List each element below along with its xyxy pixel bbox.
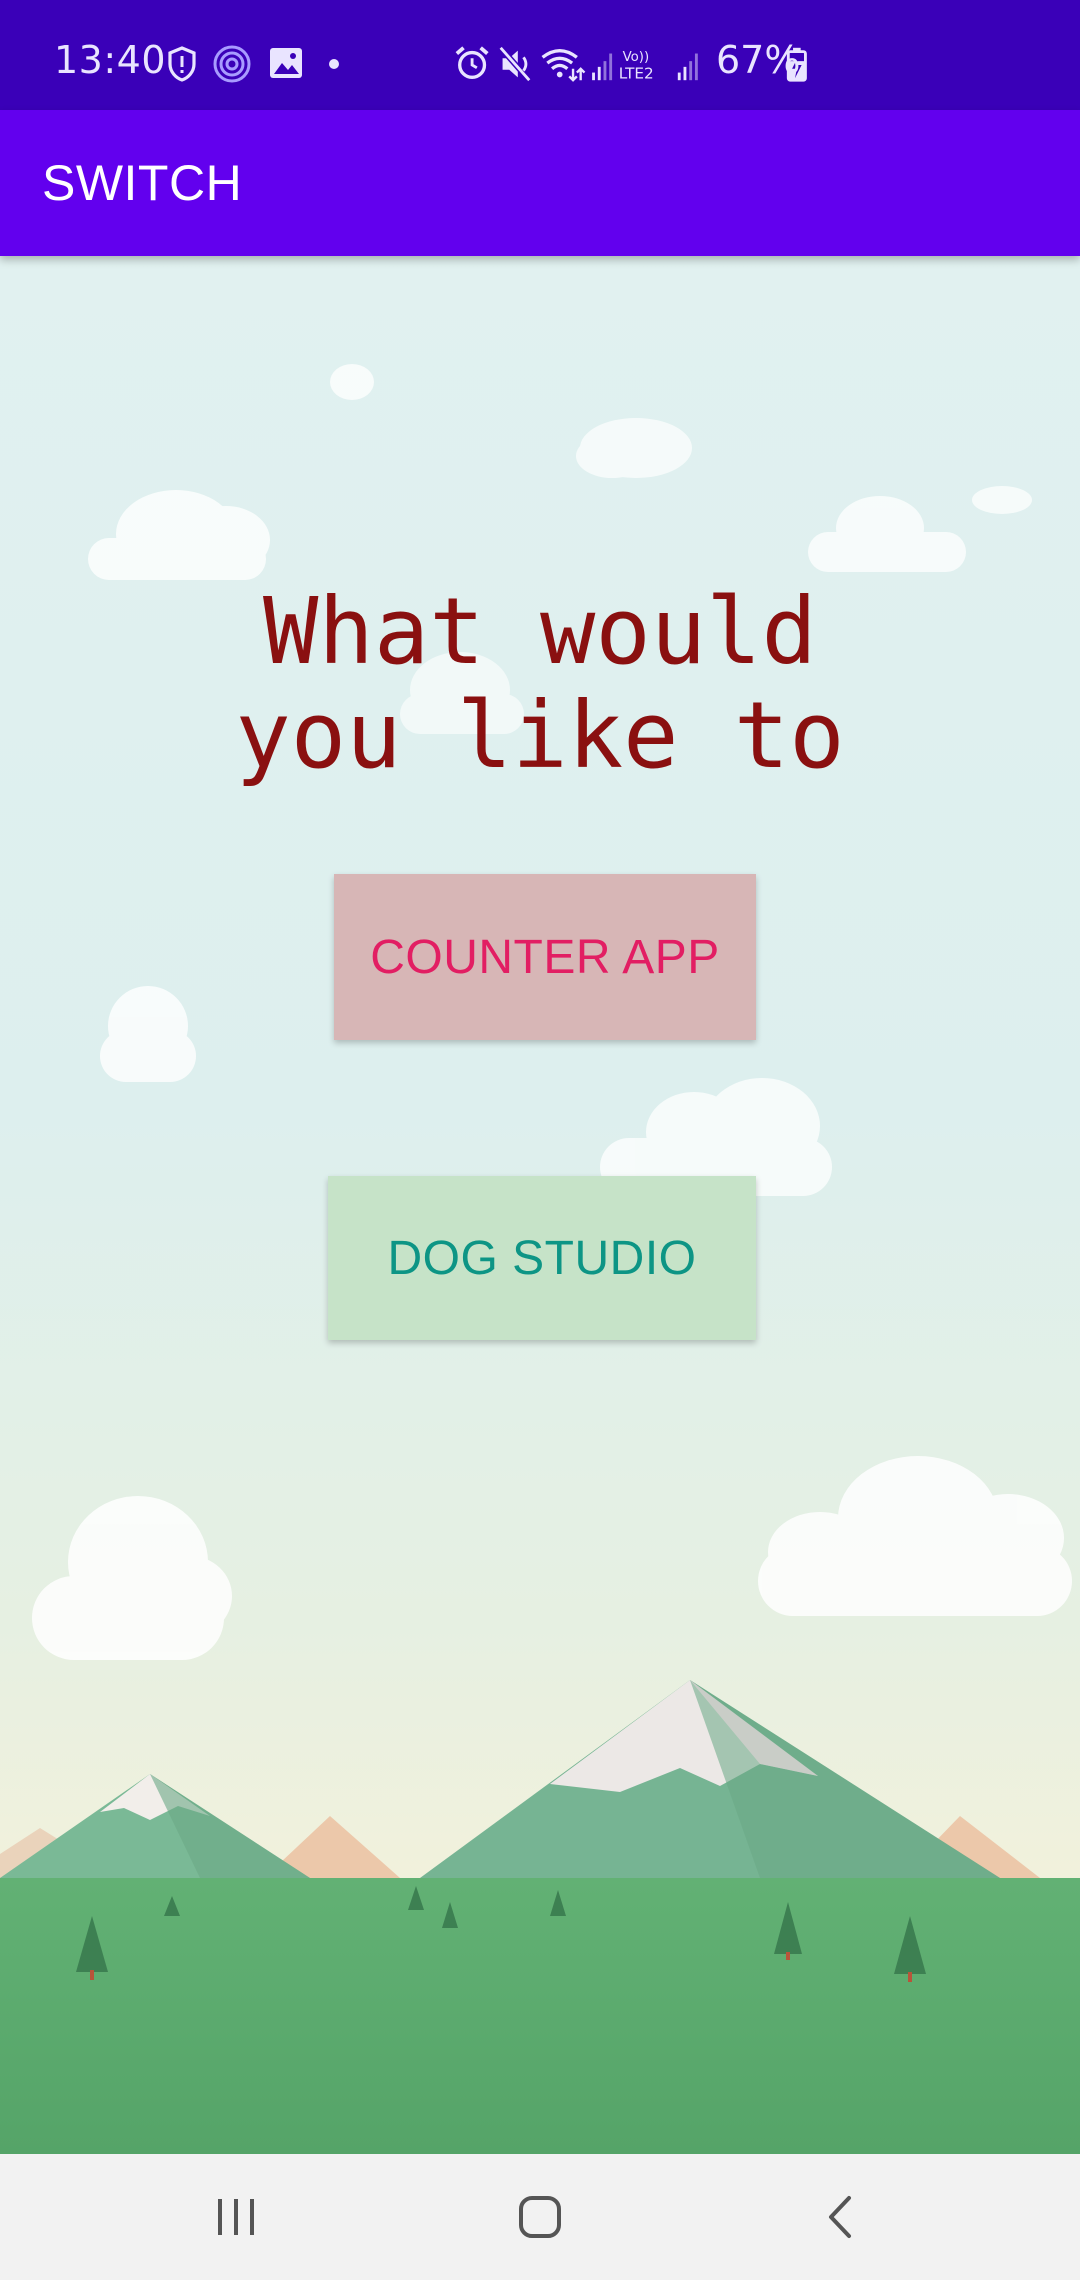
navigation-bar (0, 2154, 1080, 2280)
status-bar: 13:40 Vo)) LTE2 67% (0, 0, 1080, 110)
signal-icon (677, 53, 698, 81)
recent-apps-button[interactable] (136, 2154, 336, 2280)
wifi-icon (541, 49, 586, 82)
status-time: 13:40 (54, 38, 167, 82)
headline-line-2: you like to (235, 682, 845, 789)
alarm-icon (455, 46, 489, 79)
home-button[interactable] (440, 2154, 640, 2280)
app-bar: SWITCH (0, 110, 1080, 256)
volte-bottom-text: LTE2 (619, 64, 654, 82)
headline: What would you like to (0, 580, 1080, 788)
headline-line-1: What would (263, 578, 817, 685)
volte-top-text: Vo)) (623, 50, 650, 65)
volte-lte2-icon: Vo)) LTE2 (619, 50, 654, 82)
home-icon (519, 2196, 561, 2238)
hotspot-icon (213, 45, 251, 83)
dot-icon (329, 59, 339, 69)
back-icon (829, 2196, 851, 2238)
image-icon (270, 48, 302, 78)
shield-icon (168, 46, 196, 82)
counter-app-button[interactable]: COUNTER APP (334, 874, 756, 1040)
grass-field (0, 1878, 1080, 2154)
signal-icon (592, 53, 613, 81)
app-title: SWITCH (42, 155, 243, 211)
cloud (972, 486, 1032, 514)
mute-icon (498, 45, 532, 83)
screen: 13:40 Vo)) LTE2 67% SWITCH What would yo… (0, 0, 1080, 2280)
back-button[interactable] (740, 2154, 940, 2280)
dog-studio-button[interactable]: DOG STUDIO (328, 1176, 756, 1340)
recent-apps-icon (218, 2199, 254, 2235)
cloud (330, 364, 374, 400)
battery-percentage: 67% (716, 38, 801, 82)
status-left-icons (168, 45, 339, 83)
